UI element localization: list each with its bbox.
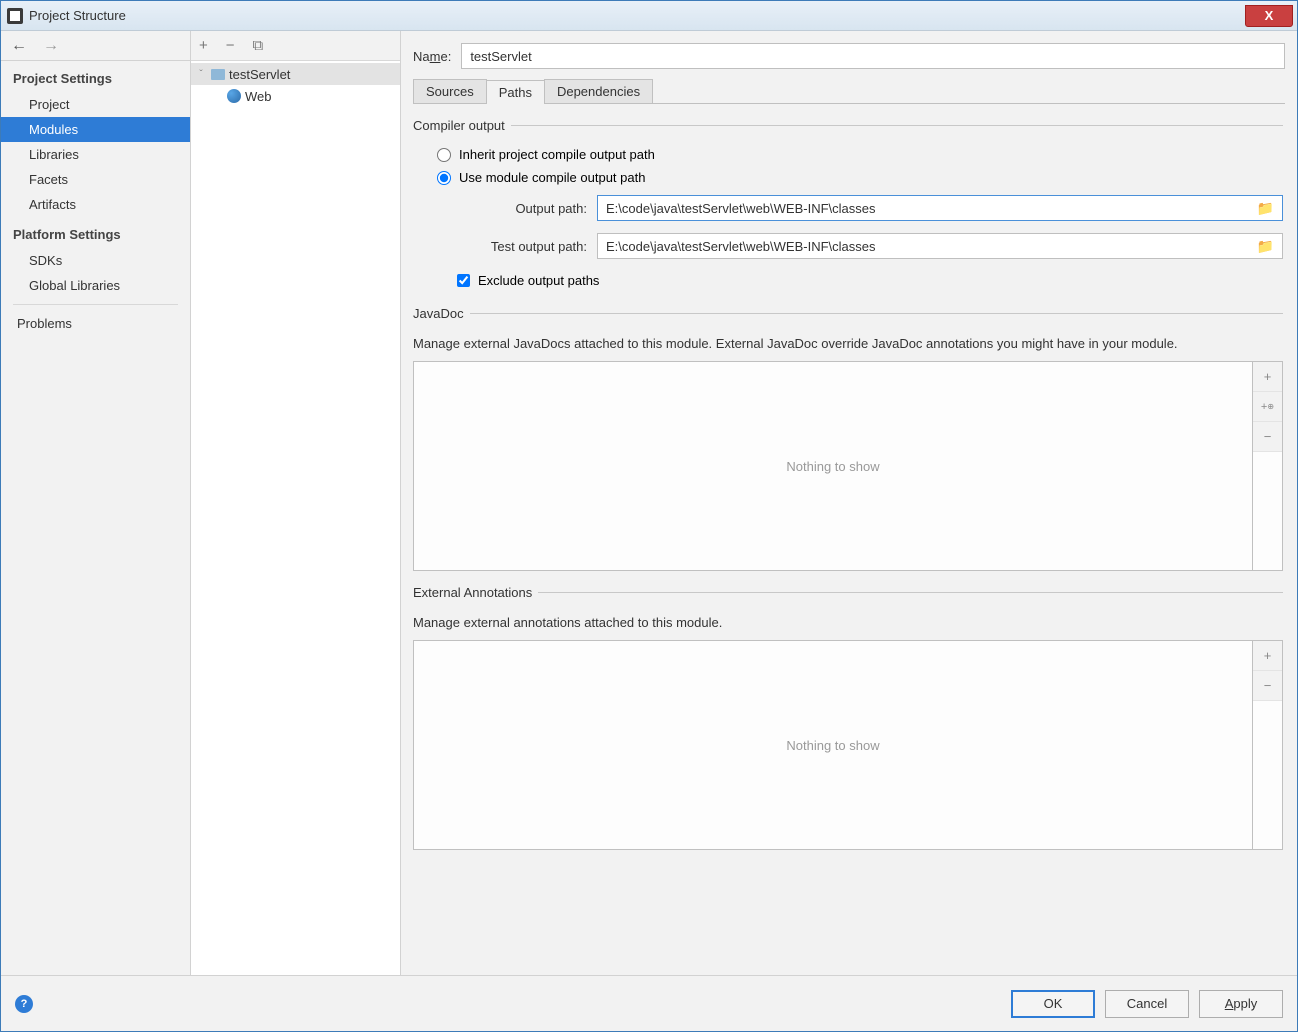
- divider: [13, 304, 178, 305]
- window-title: Project Structure: [29, 8, 126, 23]
- radio-inherit[interactable]: [437, 148, 451, 162]
- fieldset-annotations: External Annotations Manage external ann…: [413, 585, 1283, 850]
- module-tree-panel: + − ⧉ ˇ testServlet Web: [191, 31, 401, 975]
- radio-usemodule[interactable]: [437, 171, 451, 185]
- copy-icon[interactable]: ⧉: [253, 37, 264, 54]
- exclude-checkbox[interactable]: [457, 274, 470, 287]
- help-icon[interactable]: ?: [15, 995, 33, 1013]
- javadoc-remove-icon[interactable]: −: [1253, 422, 1282, 452]
- sidebar-item-modules[interactable]: Modules: [1, 117, 190, 142]
- web-icon: [227, 89, 241, 103]
- javadoc-add-url-icon[interactable]: +⊕: [1253, 392, 1282, 422]
- project-structure-window: Project Structure X ← → Project Settings…: [0, 0, 1298, 1032]
- tab-dependencies[interactable]: Dependencies: [544, 79, 653, 103]
- tree-label-web: Web: [245, 89, 272, 104]
- output-path-label: Output path:: [457, 201, 587, 216]
- radio-inherit-row[interactable]: Inherit project compile output path: [413, 143, 1283, 166]
- remove-icon[interactable]: −: [226, 37, 235, 54]
- javadoc-empty-msg: Nothing to show: [414, 362, 1252, 570]
- exclude-row[interactable]: Exclude output paths: [413, 265, 1283, 292]
- detail-panel: Name: Sources Paths Dependencies Compile…: [401, 31, 1297, 975]
- sidebar-item-global-libraries[interactable]: Global Libraries: [1, 273, 190, 298]
- annotations-listbox: Nothing to show + −: [413, 640, 1283, 850]
- javadoc-buttons: + +⊕ −: [1252, 362, 1282, 570]
- module-folder-icon: [211, 69, 225, 80]
- name-label: Name:: [413, 49, 451, 64]
- settings-sidebar: ← → Project Settings Project Modules Lib…: [1, 31, 191, 975]
- exclude-label: Exclude output paths: [478, 273, 599, 288]
- radio-usemodule-row[interactable]: Use module compile output path: [413, 166, 1283, 189]
- chevron-down-icon[interactable]: ˇ: [195, 69, 207, 80]
- annotations-buttons: + −: [1252, 641, 1282, 849]
- module-tree: ˇ testServlet Web: [191, 61, 400, 975]
- sidebar-item-sdks[interactable]: SDKs: [1, 248, 190, 273]
- sidebar-item-facets[interactable]: Facets: [1, 167, 190, 192]
- javadoc-desc: Manage external JavaDocs attached to thi…: [413, 331, 1283, 361]
- forward-arrow-icon[interactable]: →: [43, 37, 59, 55]
- sidebar-item-problems[interactable]: Problems: [1, 311, 190, 336]
- radio-usemodule-label: Use module compile output path: [459, 170, 645, 185]
- test-output-path-input[interactable]: E:\code\java\testServlet\web\WEB-INF\cla…: [597, 233, 1283, 259]
- tree-label-root: testServlet: [229, 67, 290, 82]
- tab-sources[interactable]: Sources: [413, 79, 487, 103]
- dialog-footer: ? OK Cancel Apply: [1, 975, 1297, 1031]
- annotations-empty-msg: Nothing to show: [414, 641, 1252, 849]
- section-project-settings: Project Settings: [1, 61, 190, 92]
- apply-button[interactable]: Apply: [1199, 990, 1283, 1018]
- tree-toolbar: + − ⧉: [191, 31, 400, 61]
- test-output-path-row: Test output path: E:\code\java\testServl…: [413, 227, 1283, 265]
- browse-folder-icon[interactable]: 📁: [1257, 200, 1274, 217]
- legend-annotations: External Annotations: [413, 585, 538, 600]
- annotations-remove-icon[interactable]: −: [1253, 671, 1282, 701]
- tab-paths[interactable]: Paths: [486, 80, 545, 104]
- javadoc-add-icon[interactable]: +: [1253, 362, 1282, 392]
- cancel-button[interactable]: Cancel: [1105, 990, 1189, 1018]
- fieldset-javadoc: JavaDoc Manage external JavaDocs attache…: [413, 306, 1283, 571]
- sidebar-item-artifacts[interactable]: Artifacts: [1, 192, 190, 217]
- fieldset-compiler-output: Compiler output Inherit project compile …: [413, 118, 1283, 292]
- sidebar-item-project[interactable]: Project: [1, 92, 190, 117]
- ok-button[interactable]: OK: [1011, 990, 1095, 1018]
- sidebar-item-libraries[interactable]: Libraries: [1, 142, 190, 167]
- tree-node-testservlet[interactable]: ˇ testServlet: [191, 63, 400, 85]
- add-icon[interactable]: +: [199, 37, 208, 54]
- section-platform-settings: Platform Settings: [1, 217, 190, 248]
- name-input[interactable]: [461, 43, 1285, 69]
- titlebar: Project Structure X: [1, 1, 1297, 31]
- test-output-path-value: E:\code\java\testServlet\web\WEB-INF\cla…: [606, 239, 875, 254]
- tree-node-web[interactable]: Web: [191, 85, 400, 107]
- legend-compiler-output: Compiler output: [413, 118, 511, 133]
- test-output-path-label: Test output path:: [457, 239, 587, 254]
- output-path-row: Output path: E:\code\java\testServlet\we…: [413, 189, 1283, 227]
- legend-javadoc: JavaDoc: [413, 306, 470, 321]
- javadoc-listbox: Nothing to show + +⊕ −: [413, 361, 1283, 571]
- nav-arrows: ← →: [1, 31, 190, 61]
- output-path-input[interactable]: E:\code\java\testServlet\web\WEB-INF\cla…: [597, 195, 1283, 221]
- browse-folder-icon[interactable]: 📁: [1257, 238, 1274, 255]
- output-path-value: E:\code\java\testServlet\web\WEB-INF\cla…: [606, 201, 875, 216]
- annotations-desc: Manage external annotations attached to …: [413, 610, 1283, 640]
- back-arrow-icon[interactable]: ←: [11, 37, 27, 55]
- close-button[interactable]: X: [1245, 5, 1293, 27]
- name-row: Name:: [413, 43, 1285, 69]
- detail-tabs: Sources Paths Dependencies: [413, 79, 1285, 104]
- app-icon: [7, 8, 23, 24]
- radio-inherit-label: Inherit project compile output path: [459, 147, 655, 162]
- annotations-add-icon[interactable]: +: [1253, 641, 1282, 671]
